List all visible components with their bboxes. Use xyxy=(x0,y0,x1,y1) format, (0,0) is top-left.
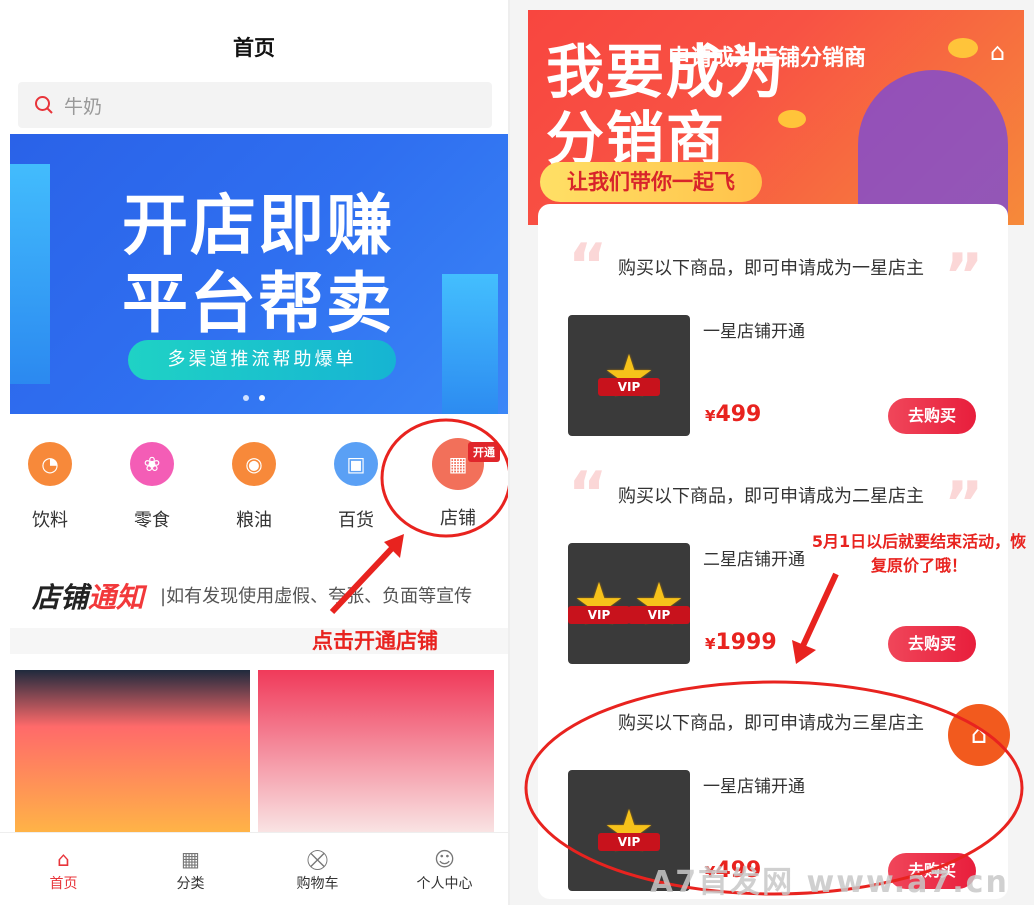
user-icon: ☺ xyxy=(434,847,455,871)
shop-notice[interactable]: 店铺通知 |如有发现使用虚假、夸张、负面等宣传 xyxy=(0,570,508,618)
buy-button[interactable]: 去购买 xyxy=(888,398,976,434)
home-icon: ⌂ xyxy=(57,847,70,871)
arrow-annotation xyxy=(329,534,404,615)
tab-label: 分类 xyxy=(176,876,205,892)
notice-heading-prefix: 店铺 xyxy=(32,581,89,614)
page-title: 首页 xyxy=(233,36,275,60)
section-title: 购买以下商品，即可申请成为一星店主 xyxy=(618,258,924,279)
currency-symbol: ¥ xyxy=(705,407,716,425)
tab-cart[interactable]: ⛒ 购物车 xyxy=(254,833,381,905)
vip-label: VIP xyxy=(568,605,630,624)
price-value: 1999 xyxy=(715,630,777,655)
carousel-dots[interactable] xyxy=(243,395,265,401)
category-grain[interactable]: ◉ 粮油 xyxy=(214,440,294,532)
bottom-tab-bar: ⌂ 首页 ▦ 分类 ⛒ 购物车 ☺ 个人中心 xyxy=(0,832,508,905)
arrow-annotation xyxy=(792,572,839,664)
quote-open-icon: “ xyxy=(568,459,608,529)
cube-decoration xyxy=(442,274,498,414)
price-value: 499 xyxy=(715,402,762,427)
tab-profile[interactable]: ☺ 个人中心 xyxy=(381,833,508,905)
tab-label: 首页 xyxy=(49,876,78,892)
vip-star-icon: ★ VIP xyxy=(598,347,660,405)
home-icon[interactable]: ⌂ xyxy=(990,38,1005,66)
currency-symbol: ¥ xyxy=(705,635,716,653)
product-name: 一星店铺开通 xyxy=(703,322,805,342)
notice-heading-suffix: 通知 xyxy=(88,581,145,614)
banner-line2: 平台帮卖 xyxy=(122,265,394,342)
banner-slogan: 让我们带你一起飞 xyxy=(540,162,762,202)
vip-star-icon: ★ VIP xyxy=(568,575,630,633)
category-label: 零食 xyxy=(134,510,170,531)
cart-icon: ⛒ xyxy=(307,847,328,871)
notice-text: |如有发现使用虚假、夸张、负面等宣传 xyxy=(160,586,473,607)
distributor-banner: 我要成为 分销商 申请成为店铺分销商 让我们带你一起飞 ⌂ xyxy=(528,10,1024,225)
coin-icon xyxy=(778,110,806,128)
tab-home[interactable]: ⌂ 首页 xyxy=(0,833,127,905)
category-snack[interactable]: ❀ 零食 xyxy=(112,440,192,532)
search-placeholder: 牛奶 xyxy=(64,95,103,118)
banner-overlay-text: 申请成为店铺分销商 xyxy=(668,46,867,71)
product-thumbnail[interactable]: ★ VIP ★ VIP xyxy=(568,543,690,664)
quote-close-icon: ” xyxy=(944,241,984,311)
bag-icon: ▣ xyxy=(334,442,378,486)
category-drink[interactable]: ◔ 饮料 xyxy=(10,440,90,532)
tab-label: 个人中心 xyxy=(416,876,473,892)
search-input[interactable]: 牛奶 xyxy=(18,82,492,128)
tab-label: 购物车 xyxy=(296,876,339,892)
quote-close-icon: ” xyxy=(944,469,984,539)
grid-icon: ▦ xyxy=(181,847,200,871)
product-thumbnail[interactable]: ★ VIP xyxy=(568,315,690,436)
product-image[interactable] xyxy=(15,670,250,832)
banner-subtitle: 多渠道推流帮助爆单 xyxy=(128,340,396,380)
product-price: ¥499 xyxy=(705,402,761,427)
snack-icon: ❀ xyxy=(130,442,174,486)
drink-icon: ◔ xyxy=(28,442,72,486)
left-phone-screen: 首页 牛奶 开店即赚 平台帮卖 多渠道推流帮助爆单 ◔ 饮料 ❀ 零食 ◉ 粮油… xyxy=(0,0,512,905)
coin-icon xyxy=(948,38,978,58)
people-illustration xyxy=(858,70,1008,220)
vip-star-icon: ★ VIP xyxy=(628,575,690,633)
grain-icon: ◉ xyxy=(232,442,276,486)
buy-button[interactable]: 去购买 xyxy=(888,626,976,662)
notice-heading: 店铺通知 xyxy=(32,576,144,616)
annotation-open-shop: 点击开通店铺 xyxy=(312,629,438,653)
highlight-ellipse xyxy=(380,418,512,538)
vip-label: VIP xyxy=(598,377,660,396)
product-name: 二星店铺开通 xyxy=(703,550,805,570)
annotation-end-promo: 5月1日以后就要结束活动，恢复原价了哦！ xyxy=(811,532,1027,575)
carousel-dot[interactable] xyxy=(243,395,249,401)
promo-banner[interactable]: 开店即赚 平台帮卖 多渠道推流帮助爆单 xyxy=(10,134,508,414)
vip-label: VIP xyxy=(628,605,690,624)
search-icon xyxy=(35,96,53,114)
category-label: 饮料 xyxy=(32,510,68,531)
tab-category[interactable]: ▦ 分类 xyxy=(127,833,254,905)
product-price: ¥1999 xyxy=(705,630,777,655)
category-label: 粮油 xyxy=(236,510,272,531)
watermark: A7首发网 www.a7.cn xyxy=(650,865,1009,900)
section-title: 购买以下商品，即可申请成为二星店主 xyxy=(618,486,924,507)
carousel-dot-active[interactable] xyxy=(259,395,265,401)
quote-open-icon: “ xyxy=(568,231,608,301)
product-image[interactable] xyxy=(258,670,494,832)
cube-decoration xyxy=(10,164,50,384)
